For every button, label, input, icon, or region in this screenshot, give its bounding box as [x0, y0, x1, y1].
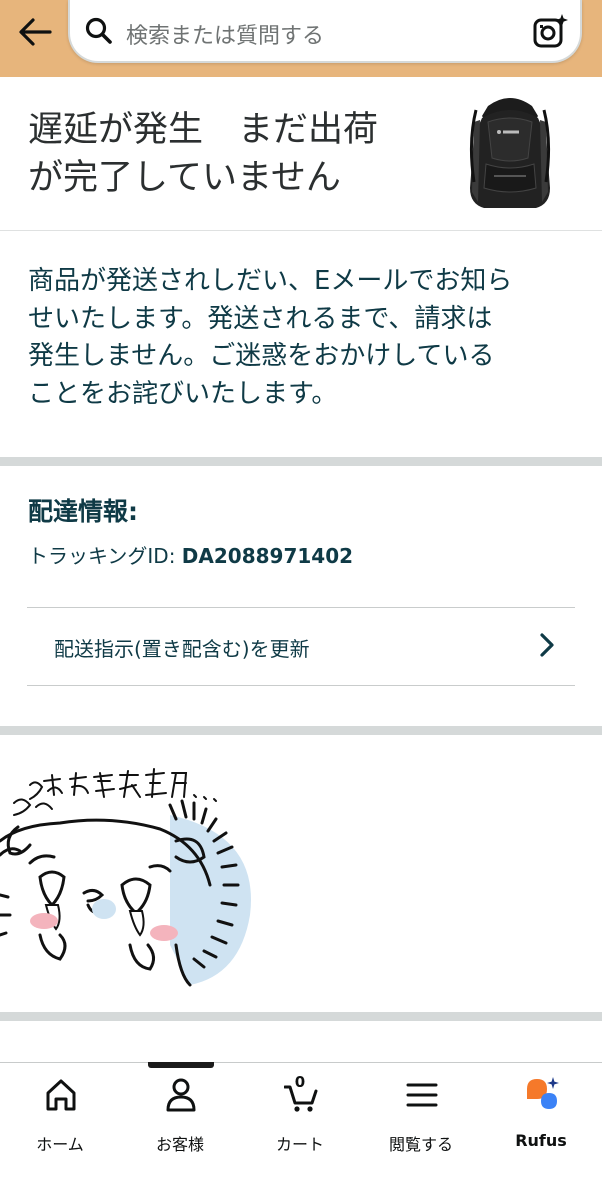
- nav-home-label: ホーム: [36, 1135, 84, 1154]
- crying-hamster-illustration: [0, 768, 251, 987]
- search-input[interactable]: 検索または質問する: [126, 18, 324, 50]
- delay-message: 商品が発送されしだい、Eメールでお知ら せいたします。発送されるまで、請求は 発…: [28, 263, 588, 413]
- product-image[interactable]: [466, 92, 554, 214]
- delivery-info-title: 配達情報:: [28, 497, 138, 526]
- message-line: せいたします。発送されるまで、請求は: [28, 303, 493, 334]
- chevron-right-icon: [540, 633, 554, 657]
- top-bar: 検索または質問する: [0, 0, 602, 77]
- title-line-2: が完了していません: [28, 158, 341, 198]
- nav-rufus-label: Rufus: [515, 1131, 567, 1150]
- title-line-1: 遅延が発生 まだ出荷: [28, 110, 379, 150]
- search-bar[interactable]: 検索または質問する: [68, 0, 582, 63]
- menu-icon: [406, 1083, 438, 1107]
- divider: [0, 230, 602, 231]
- section-divider: [0, 457, 602, 466]
- nav-rufus[interactable]: Rufus: [496, 1077, 586, 1157]
- section-divider: [0, 1012, 602, 1021]
- tracking-id: トラッキングID: DA2088971402: [28, 540, 353, 569]
- camera-icon[interactable]: [532, 13, 568, 49]
- divider: [27, 685, 575, 686]
- bottom-navigation: ホーム お客様 0 カート 閲覧する Rufus: [0, 1063, 602, 1199]
- rufus-icon: [527, 1077, 559, 1109]
- nav-cart-label: カート: [275, 1135, 324, 1154]
- update-delivery-instructions-link[interactable]: 配送指示(置き配含む)を更新: [27, 608, 575, 685]
- search-icon: [85, 17, 112, 44]
- arrow-left-icon: [19, 18, 52, 46]
- person-icon: [166, 1078, 196, 1112]
- nav-account[interactable]: お客様: [135, 1077, 225, 1157]
- message-line: 発生しません。ご迷惑をおかけしている: [28, 341, 495, 371]
- update-delivery-instructions-label: 配送指示(置き配含む)を更新: [54, 637, 310, 661]
- nav-home[interactable]: ホーム: [15, 1077, 105, 1157]
- nav-browse-label: 閲覧する: [388, 1135, 453, 1154]
- tracking-label: トラッキングID:: [28, 544, 176, 568]
- tracking-number: DA2088971402: [181, 544, 354, 568]
- sheet-handle: [148, 1062, 214, 1068]
- back-button[interactable]: [12, 12, 58, 52]
- nav-cart[interactable]: 0 カート: [255, 1073, 345, 1157]
- message-line: 商品が発送されしだい、Eメールでお知ら: [28, 266, 513, 296]
- nav-account-label: お客様: [155, 1135, 204, 1154]
- delay-status-title: 遅延が発生 まだ出荷 が完了していません: [28, 106, 458, 202]
- cart-count: 0: [294, 1073, 306, 1091]
- home-icon: [46, 1079, 76, 1111]
- section-divider: [0, 726, 602, 735]
- message-line: ことをお詫びいたします。: [28, 378, 338, 409]
- nav-browse[interactable]: 閲覧する: [376, 1077, 466, 1157]
